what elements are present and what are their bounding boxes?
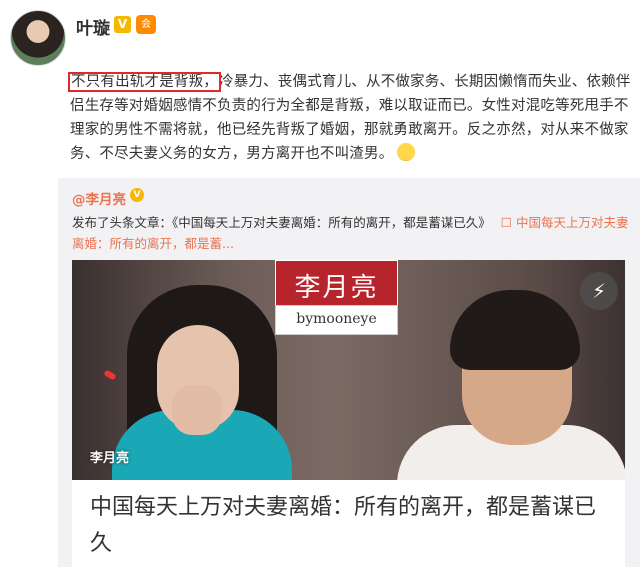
brand-logo-en: bymooneye xyxy=(296,311,377,327)
member-icon: 会 xyxy=(136,15,156,34)
article-card[interactable]: 李月亮 bymooneye 李月亮 ⚡ 中国每天上万对夫妻离婚：所有的离开，都是… xyxy=(72,260,625,567)
post-text: 不只有出轨才是背叛，冷暴力、丧偶式育儿、从不做家务、长期因懒惰而失业、依赖伴侣生… xyxy=(68,70,635,166)
highlighted-text: 不只有出轨才是背叛， xyxy=(68,72,221,92)
brand-logo-cn: 李月亮 xyxy=(294,273,379,303)
weibo-post: 叶璇 V 会 不只有出轨才是背叛，冷暴力、丧偶式育儿、从不做家务、长期因懒惰而失… xyxy=(0,0,640,175)
article-cover-image[interactable]: 李月亮 bymooneye 李月亮 ⚡ xyxy=(72,260,625,480)
brand-logo-en-box: bymooneye xyxy=(275,305,398,335)
repost-card: @李月亮 V 发布了头条文章：《中国每天上万对夫妻离婚：所有的离开，都是蓄谋已久… xyxy=(58,178,640,567)
repost-text: 发布了头条文章：《中国每天上万对夫妻离婚：所有的离开，都是蓄谋已久》 ☐ 中国每天… xyxy=(72,212,632,254)
avatar[interactable] xyxy=(10,10,66,66)
woman-figure-hand xyxy=(172,385,222,435)
smile-emoji-icon xyxy=(397,143,416,161)
repost-verified-badge-icon: V xyxy=(130,188,144,202)
repost-text-prefix: 发布了头条文章：《中国每天上万对夫妻离婚：所有的离开，都是蓄谋已久》 xyxy=(72,215,491,230)
verified-badge-icon: V xyxy=(114,16,131,33)
flash-icon[interactable]: ⚡ xyxy=(580,272,618,310)
article-link-icon[interactable]: ☐ xyxy=(501,215,512,230)
article-title[interactable]: 中国每天上万对夫妻离婚：所有的离开，都是蓄谋已久 xyxy=(90,490,615,562)
post-username[interactable]: 叶璇 xyxy=(76,14,110,39)
repost-author-link[interactable]: @李月亮 xyxy=(72,188,126,208)
image-watermark: 李月亮 xyxy=(90,451,130,466)
